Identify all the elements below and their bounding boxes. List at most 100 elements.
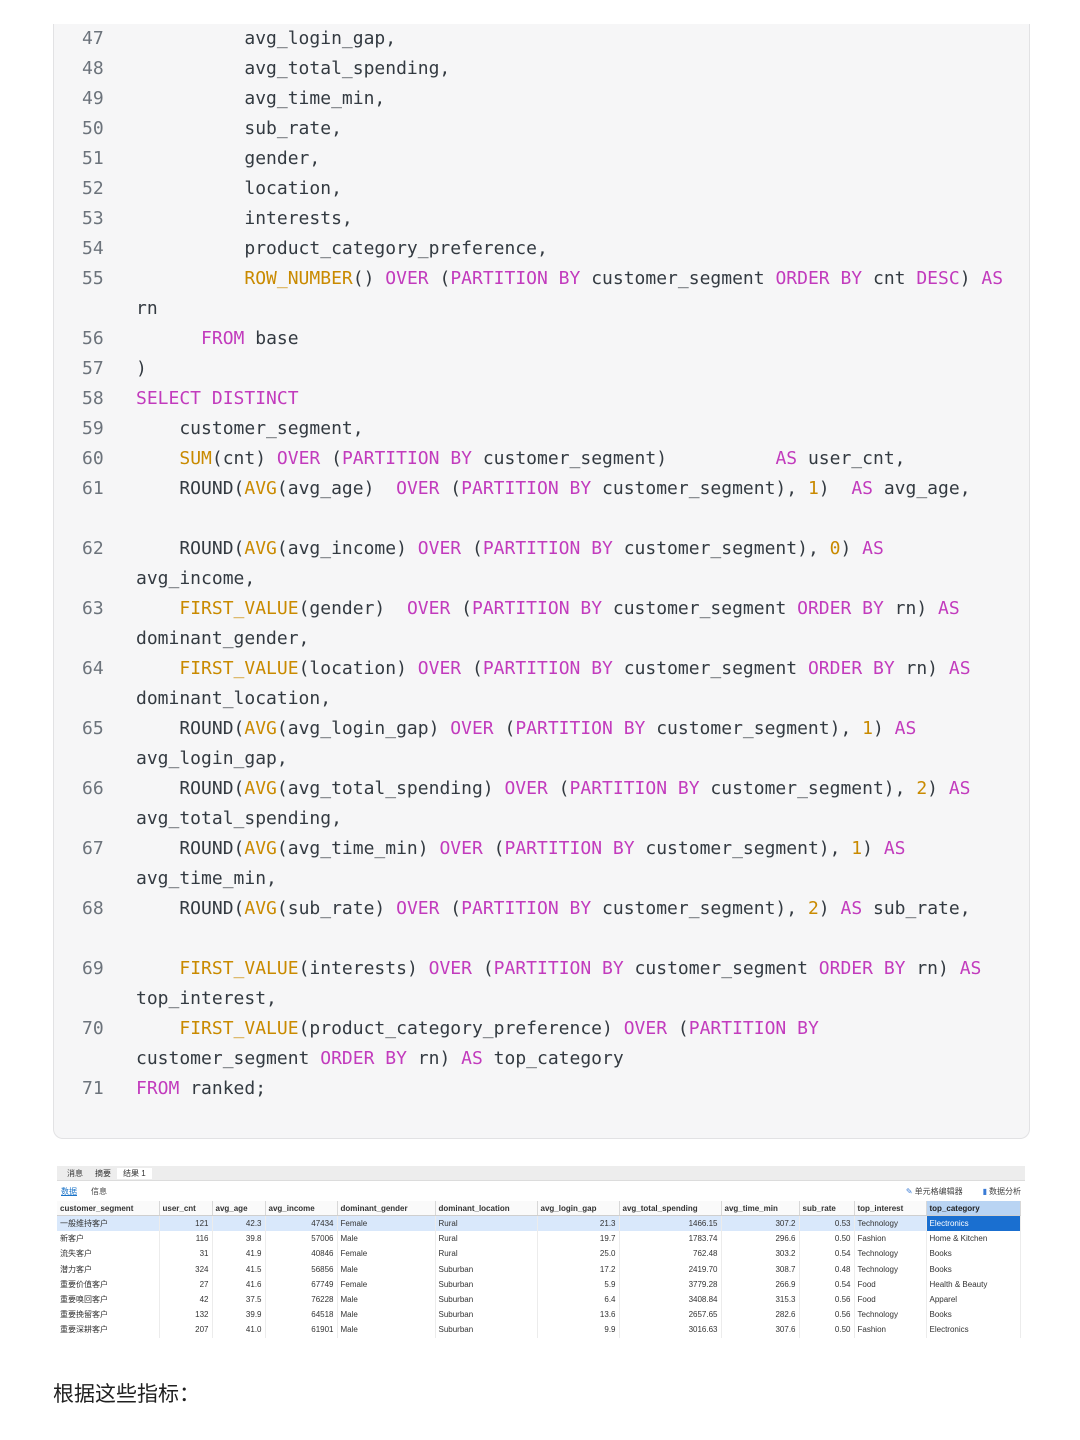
table-cell[interactable]: 116: [159, 1231, 213, 1247]
table-cell[interactable]: Home & Kitchen: [926, 1231, 1021, 1247]
column-header[interactable]: user_cnt: [159, 1201, 213, 1216]
table-cell[interactable]: 新客户: [57, 1231, 160, 1247]
table-cell[interactable]: 2657.65: [619, 1307, 722, 1323]
table-cell[interactable]: 一般维持客户: [57, 1215, 160, 1232]
table-cell[interactable]: Rural: [435, 1231, 538, 1247]
table-cell[interactable]: 27: [159, 1276, 213, 1292]
table-cell[interactable]: Books: [926, 1307, 1021, 1323]
result-tab[interactable]: 消息: [61, 1168, 89, 1179]
table-cell[interactable]: Female: [337, 1246, 436, 1262]
cell-editor-button[interactable]: ✎ 单元格编辑器: [896, 1187, 963, 1196]
table-cell[interactable]: Male: [337, 1231, 436, 1247]
result-sub-tab[interactable]: 信息: [91, 1187, 107, 1196]
column-header[interactable]: avg_age: [212, 1201, 266, 1216]
table-cell[interactable]: 37.5: [212, 1291, 266, 1308]
table-row[interactable]: 重要唤回客户 42 37.5 76228 Male Suburban 6.4 3408.84 3…: [57, 1291, 1021, 1308]
table-cell[interactable]: 61901: [265, 1322, 338, 1338]
table-cell[interactable]: 重要深耕客户: [57, 1322, 160, 1338]
table-cell[interactable]: 39.8: [212, 1231, 266, 1247]
table-cell[interactable]: 40846: [265, 1246, 338, 1262]
table-cell[interactable]: Technology: [854, 1307, 927, 1323]
table-cell[interactable]: Male: [337, 1291, 436, 1308]
table-cell[interactable]: 64518: [265, 1307, 338, 1323]
table-cell[interactable]: 5.9: [537, 1276, 620, 1292]
table-cell[interactable]: 重要挽留客户: [57, 1307, 160, 1323]
table-cell[interactable]: Fashion: [854, 1231, 927, 1247]
table-cell[interactable]: 0.48: [799, 1261, 855, 1277]
table-cell[interactable]: 31: [159, 1246, 213, 1262]
table-cell[interactable]: 25.0: [537, 1246, 620, 1262]
table-cell[interactable]: 121: [159, 1215, 213, 1232]
table-cell[interactable]: 307.6: [721, 1322, 800, 1338]
table-cell[interactable]: 6.4: [537, 1291, 620, 1308]
table-cell[interactable]: 39.9: [212, 1307, 266, 1323]
table-cell[interactable]: 3408.84: [619, 1291, 722, 1308]
table-cell[interactable]: Female: [337, 1276, 436, 1292]
table-cell[interactable]: 307.2: [721, 1215, 800, 1232]
table-cell[interactable]: Electronics: [926, 1322, 1021, 1338]
table-cell[interactable]: 17.2: [537, 1261, 620, 1277]
column-header[interactable]: avg_income: [265, 1201, 338, 1216]
table-cell[interactable]: Female: [337, 1215, 436, 1232]
table-cell[interactable]: Food: [854, 1276, 927, 1292]
table-cell[interactable]: 1466.15: [619, 1215, 722, 1232]
table-cell[interactable]: Health & Beauty: [926, 1276, 1021, 1292]
result-tab[interactable]: 摘要: [89, 1168, 117, 1179]
table-cell[interactable]: 132: [159, 1307, 213, 1323]
table-cell[interactable]: 56856: [265, 1261, 338, 1277]
table-cell[interactable]: 41.0: [212, 1322, 266, 1338]
table-cell[interactable]: Rural: [435, 1215, 538, 1232]
table-cell[interactable]: 2419.70: [619, 1261, 722, 1277]
table-cell[interactable]: 9.9: [537, 1322, 620, 1338]
table-cell[interactable]: 324: [159, 1261, 213, 1277]
table-cell[interactable]: 315.3: [721, 1291, 800, 1308]
table-cell[interactable]: 重要价值客户: [57, 1276, 160, 1292]
table-cell[interactable]: 0.50: [799, 1231, 855, 1247]
column-header[interactable]: top_interest: [854, 1201, 927, 1216]
table-cell[interactable]: 21.3: [537, 1215, 620, 1232]
table-cell[interactable]: 207: [159, 1322, 213, 1338]
table-cell[interactable]: Suburban: [435, 1291, 538, 1308]
column-header[interactable]: avg_total_spending: [619, 1201, 722, 1216]
table-cell[interactable]: Food: [854, 1291, 927, 1308]
table-row[interactable]: 新客户 116 39.8 57006 Male Rural 19.7 1783.74 296.6…: [57, 1231, 1021, 1247]
table-cell[interactable]: 0.54: [799, 1276, 855, 1292]
table-row[interactable]: 流失客户 31 41.9 40846 Female Rural 25.0 762.48 303.…: [57, 1246, 1021, 1262]
table-cell[interactable]: Suburban: [435, 1307, 538, 1323]
table-cell[interactable]: 57006: [265, 1231, 338, 1247]
table-cell[interactable]: 42: [159, 1291, 213, 1308]
table-cell[interactable]: Male: [337, 1307, 436, 1323]
column-header[interactable]: customer_segment: [57, 1201, 160, 1216]
table-cell[interactable]: 3016.63: [619, 1322, 722, 1338]
table-row[interactable]: 重要价值客户 27 41.6 67749 Female Suburban 5.9 3779.2…: [57, 1276, 1021, 1292]
result-tab[interactable]: 结果 1: [117, 1167, 152, 1179]
table-cell[interactable]: 流失客户: [57, 1246, 160, 1262]
table-cell[interactable]: 296.6: [721, 1231, 800, 1247]
table-cell[interactable]: Apparel: [926, 1291, 1021, 1308]
table-cell[interactable]: 67749: [265, 1276, 338, 1292]
table-cell[interactable]: Technology: [854, 1261, 927, 1277]
table-row[interactable]: 潜力客户 324 41.5 56856 Male Suburban 17.2 2419.70 3…: [57, 1261, 1021, 1277]
table-cell[interactable]: 308.7: [721, 1261, 800, 1277]
table-cell[interactable]: 潜力客户: [57, 1261, 160, 1277]
table-cell[interactable]: 0.53: [799, 1215, 855, 1232]
table-row[interactable]: 一般维持客户 121 42.3 47434 Female Rural 21.3 1466.15…: [57, 1215, 1021, 1232]
table-cell[interactable]: 41.9: [212, 1246, 266, 1262]
table-cell[interactable]: Books: [926, 1261, 1021, 1277]
table-cell[interactable]: 0.54: [799, 1246, 855, 1262]
table-cell[interactable]: Male: [337, 1261, 436, 1277]
table-cell[interactable]: 19.7: [537, 1231, 620, 1247]
table-cell[interactable]: 重要唤回客户: [57, 1291, 160, 1308]
table-row[interactable]: 重要挽留客户 132 39.9 64518 Male Suburban 13.6 2657.6…: [57, 1307, 1021, 1323]
table-cell[interactable]: 13.6: [537, 1307, 620, 1323]
table-cell[interactable]: Fashion: [854, 1322, 927, 1338]
column-header[interactable]: top_category: [926, 1201, 1021, 1216]
table-cell[interactable]: Suburban: [435, 1322, 538, 1338]
table-cell[interactable]: 47434: [265, 1215, 338, 1232]
table-cell[interactable]: Suburban: [435, 1276, 538, 1292]
table-cell[interactable]: Suburban: [435, 1261, 538, 1277]
table-cell[interactable]: 282.6: [721, 1307, 800, 1323]
table-cell[interactable]: Books: [926, 1246, 1021, 1262]
table-cell[interactable]: 76228: [265, 1291, 338, 1308]
table-cell[interactable]: 303.2: [721, 1246, 800, 1262]
